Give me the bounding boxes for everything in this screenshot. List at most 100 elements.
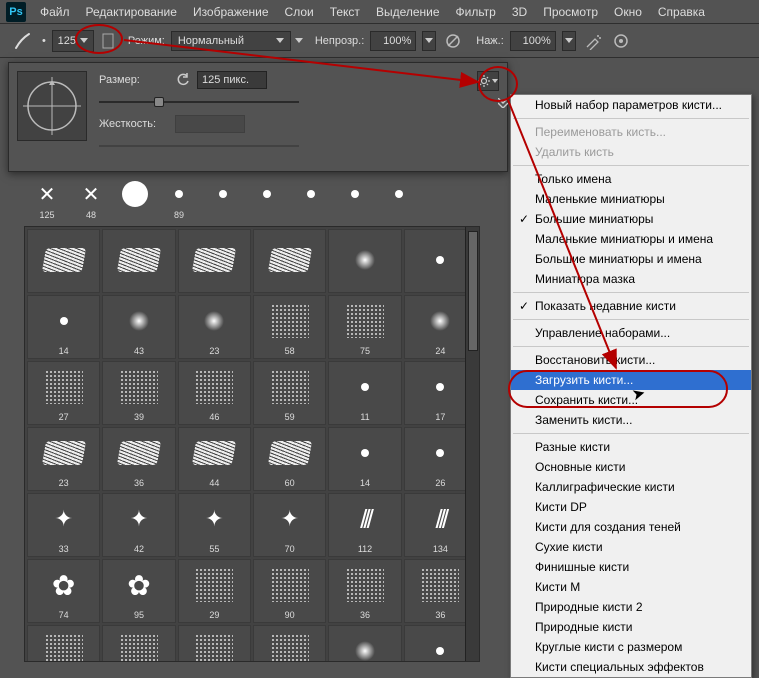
flow-input[interactable]: 100% <box>510 31 556 51</box>
brush-tip-preview[interactable] <box>17 71 87 141</box>
brush-preset[interactable]: 23 <box>178 295 251 359</box>
brush-preset[interactable]: 36 <box>328 559 401 623</box>
recent-brush[interactable] <box>336 180 374 226</box>
toggle-brush-panel-icon[interactable] <box>497 97 509 109</box>
brush-preset[interactable]: 36 <box>102 427 175 491</box>
brush-preset[interactable]: 39 <box>253 625 326 662</box>
airbrush-icon[interactable] <box>582 30 604 52</box>
brush-panel-menu-button[interactable] <box>477 71 499 91</box>
brush-grid-scrollbar[interactable] <box>465 227 479 661</box>
context-menu-item[interactable]: Сохранить кисти... <box>511 390 751 410</box>
brush-preset[interactable]: 58 <box>253 295 326 359</box>
tablet-size-icon[interactable] <box>610 30 632 52</box>
slider-thumb[interactable] <box>154 97 164 107</box>
menu-item[interactable]: Слои <box>277 0 322 24</box>
brush-preset[interactable]: ✦55 <box>178 493 251 557</box>
context-menu-item[interactable]: Финишные кисти <box>511 557 751 577</box>
brush-preset[interactable]: ✦33 <box>27 493 100 557</box>
context-menu-item[interactable]: Кисти специальных эффектов <box>511 657 751 677</box>
recent-brush[interactable]: 89 <box>160 180 198 226</box>
brush-preset[interactable]: 60 <box>253 427 326 491</box>
context-menu-item[interactable]: Восстановить кисти... <box>511 350 751 370</box>
brush-preset[interactable]: 29 <box>178 559 251 623</box>
brush-preset[interactable]: 63 <box>328 625 401 662</box>
menu-item[interactable]: Окно <box>606 0 650 24</box>
menu-item[interactable]: Справка <box>650 0 713 24</box>
context-menu-item[interactable]: Маленькие миниатюры и имена <box>511 229 751 249</box>
recent-brush[interactable] <box>380 180 418 226</box>
tablet-opacity-icon[interactable] <box>442 30 464 52</box>
brush-preset[interactable] <box>27 229 100 293</box>
context-menu-item[interactable]: Маленькие миниатюры <box>511 189 751 209</box>
brush-preset[interactable]: 43 <box>102 295 175 359</box>
brush-panel-toggle-icon[interactable] <box>100 30 116 52</box>
brush-preset[interactable]: 27 <box>27 361 100 425</box>
scrollbar-thumb[interactable] <box>468 231 478 351</box>
brush-preset[interactable]: 75 <box>328 295 401 359</box>
brush-preset[interactable]: 59 <box>253 361 326 425</box>
menu-item[interactable]: Текст <box>322 0 368 24</box>
context-menu-item[interactable]: Природные кисти <box>511 617 751 637</box>
brush-preset[interactable]: ✦70 <box>253 493 326 557</box>
menu-item[interactable]: Просмотр <box>535 0 606 24</box>
context-menu-item[interactable]: Управление наборами... <box>511 323 751 343</box>
brush-preset[interactable] <box>253 229 326 293</box>
size-input[interactable]: 125 пикс. <box>197 71 267 89</box>
brush-preset[interactable]: ✿74 <box>27 559 100 623</box>
brush-preset[interactable]: 23 <box>27 427 100 491</box>
context-menu-item[interactable]: Большие миниатюры <box>511 209 751 229</box>
brush-preset[interactable]: 66 <box>178 625 251 662</box>
brush-tool-icon[interactable] <box>10 28 36 54</box>
menu-item[interactable]: Изображение <box>185 0 277 24</box>
brush-preset[interactable]: 11 <box>328 361 401 425</box>
brush-preset[interactable] <box>102 229 175 293</box>
reset-size-icon[interactable] <box>175 72 191 88</box>
brush-preset[interactable]: 14 <box>328 427 401 491</box>
size-slider[interactable] <box>99 95 299 109</box>
opacity-input[interactable]: 100% <box>370 31 416 51</box>
brush-preset[interactable]: 46 <box>178 361 251 425</box>
context-menu-item[interactable]: Показать недавние кисти <box>511 296 751 316</box>
recent-brush[interactable] <box>204 180 242 226</box>
opacity-stepper[interactable] <box>422 31 436 51</box>
recent-brush[interactable]: ✕48 <box>72 180 110 226</box>
context-menu-item[interactable]: Только имена <box>511 169 751 189</box>
brush-preset[interactable]: 39 <box>102 361 175 425</box>
context-menu-item[interactable]: Природные кисти 2 <box>511 597 751 617</box>
brush-preset[interactable] <box>178 229 251 293</box>
context-menu-item[interactable]: Сухие кисти <box>511 537 751 557</box>
recent-brush[interactable] <box>248 180 286 226</box>
brush-preset-picker[interactable]: 125 <box>52 30 94 52</box>
context-menu-item[interactable]: Круглые кисти с размером <box>511 637 751 657</box>
brush-preset[interactable] <box>328 229 401 293</box>
flow-stepper[interactable] <box>562 31 576 51</box>
brush-preset[interactable]: 44 <box>178 427 251 491</box>
context-menu-item[interactable]: Загрузить кисти... <box>511 370 751 390</box>
brush-preset[interactable]: ✦42 <box>102 493 175 557</box>
brush-preset[interactable]: 90 <box>253 559 326 623</box>
brush-preset[interactable]: 14 <box>27 295 100 359</box>
context-menu-item[interactable]: Разные кисти <box>511 437 751 457</box>
brush-preset[interactable]: ✿95 <box>102 559 175 623</box>
menu-item[interactable]: Редактирование <box>78 0 185 24</box>
context-menu-item[interactable]: Кисти для создания теней <box>511 517 751 537</box>
menu-item[interactable]: Файл <box>32 0 78 24</box>
context-menu-item[interactable]: Новый набор параметров кисти... <box>511 95 751 115</box>
context-menu-item[interactable]: Кисти M <box>511 577 751 597</box>
recent-brush[interactable]: ✕125 <box>28 180 66 226</box>
context-menu-item[interactable]: Большие миниатюры и имена <box>511 249 751 269</box>
brush-preset[interactable]: 33 <box>27 625 100 662</box>
menu-item[interactable]: Выделение <box>368 0 448 24</box>
context-menu-item[interactable]: Кисти DP <box>511 497 751 517</box>
context-menu-item[interactable]: Заменить кисти... <box>511 410 751 430</box>
menu-item[interactable]: Фильтр <box>448 0 504 24</box>
brush-preset[interactable]: 63 <box>102 625 175 662</box>
recent-brush[interactable] <box>292 180 330 226</box>
menu-item[interactable]: 3D <box>504 0 535 24</box>
blend-mode-select[interactable]: Нормальный <box>171 31 291 51</box>
recent-brush[interactable] <box>116 180 154 226</box>
brush-preset[interactable]: ///112 <box>328 493 401 557</box>
context-menu-item[interactable]: Миниатюра мазка <box>511 269 751 289</box>
context-menu-item[interactable]: Основные кисти <box>511 457 751 477</box>
context-menu-item[interactable]: Каллиграфические кисти <box>511 477 751 497</box>
